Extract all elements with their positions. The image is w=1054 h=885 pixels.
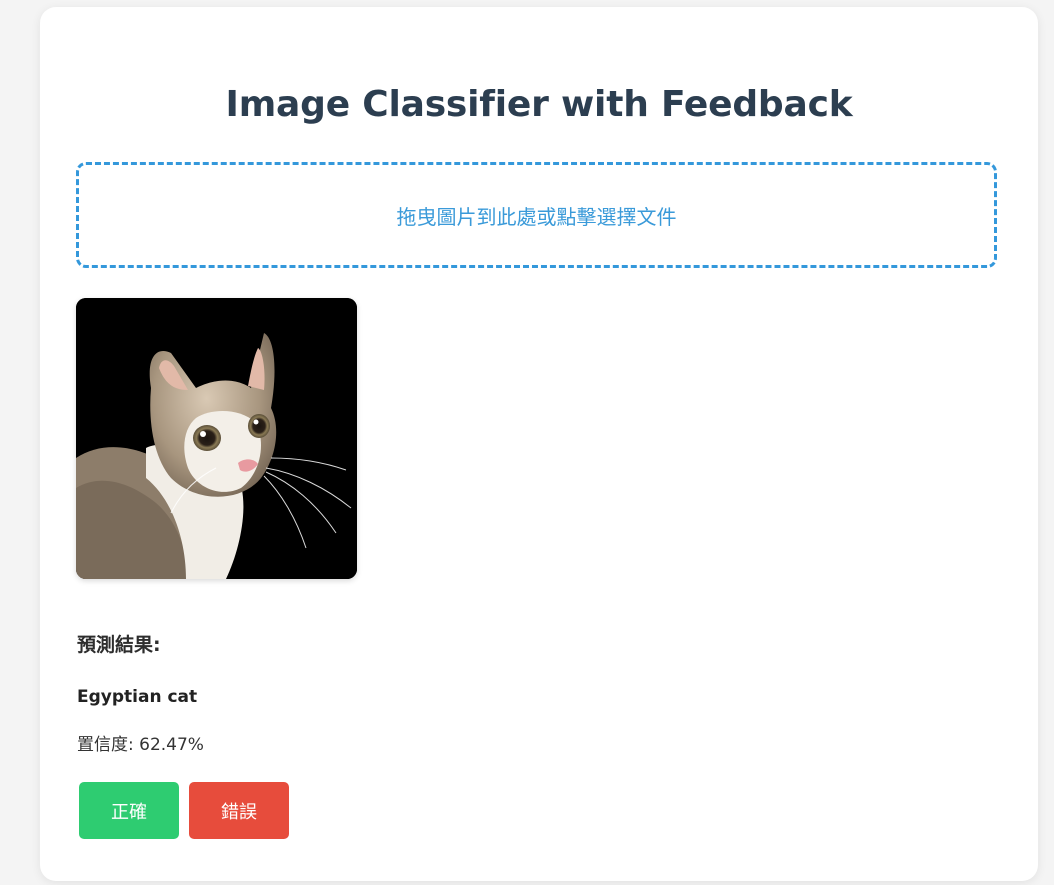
correct-button[interactable]: 正確 bbox=[79, 782, 179, 839]
page-title: Image Classifier with Feedback bbox=[225, 84, 853, 125]
result-heading: 預測結果: bbox=[77, 634, 161, 656]
cat-photo bbox=[76, 298, 357, 579]
confidence-text: 置信度: 62.47% bbox=[77, 735, 204, 755]
prediction-label: Egyptian cat bbox=[77, 687, 198, 707]
dropzone-instructions: 拖曳圖片到此處或點擊選擇文件 bbox=[396, 204, 677, 229]
image-preview bbox=[76, 298, 357, 579]
wrong-button[interactable]: 錯誤 bbox=[189, 782, 289, 839]
classifier-card: Image Classifier with Feedback 拖曳圖片到此處或點… bbox=[40, 7, 1038, 881]
image-dropzone[interactable]: 拖曳圖片到此處或點擊選擇文件 bbox=[76, 162, 997, 268]
